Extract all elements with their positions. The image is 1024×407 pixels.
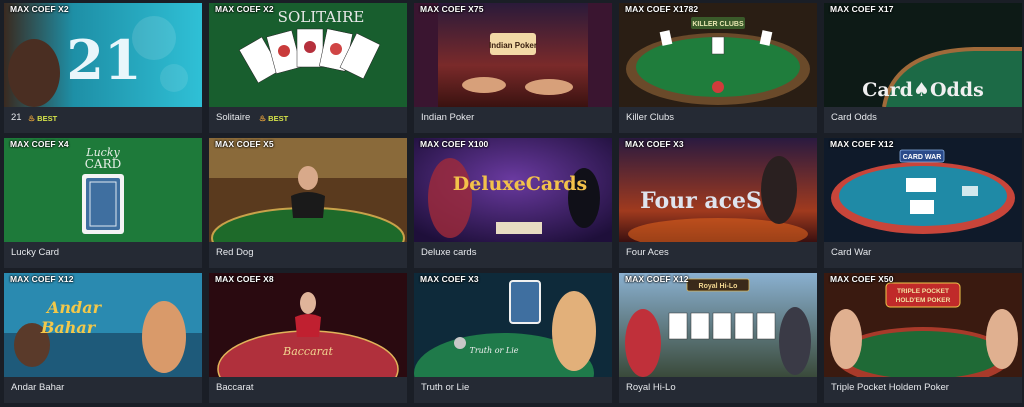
royal-hi-lo-logo: Royal Hi-Lo — [699, 283, 738, 290]
max-coef-label: MAX COEF X1782 — [625, 4, 699, 14]
game-card-royal-hi-lo[interactable]: Royal Hi-Lo MAX COEF X12 Royal Hi-Lo — [619, 273, 817, 403]
game-title: Card Odds — [831, 112, 877, 123]
game-thumbnail[interactable] — [209, 138, 407, 242]
game-title: Deluxe cards — [421, 247, 477, 258]
solitaire-logo: SOLITAIRE — [278, 8, 365, 26]
fire-icon: ♨ — [259, 114, 267, 123]
max-coef-label: MAX COEF X4 — [10, 139, 69, 149]
game-title: 21 — [11, 112, 22, 123]
game-title: Four Aces — [626, 247, 669, 258]
game-title: Indian Poker — [421, 112, 475, 123]
max-coef-label: MAX COEF X3 — [420, 274, 479, 284]
games-grid: 21 MAX COEF X2 21 ♨ BEST SOLITAIRE MAX C… — [4, 3, 1022, 403]
game-title: Andar Bahar — [11, 382, 65, 393]
game-thumbnail[interactable]: DeluxeCards — [414, 138, 612, 242]
game-card-killer-clubs[interactable]: KILLER CLUBS MAX COEF X1782 Killer Clubs — [619, 3, 817, 133]
game-card-triple-pocket-holdem-poker[interactable]: TRIPLE POCKET HOLD'EM POKER MAX COEF X50… — [824, 273, 1022, 403]
deluxe-cards-logo: DeluxeCards — [453, 173, 587, 195]
four-aces-logo: Four aceS — [640, 188, 762, 214]
game-thumbnail[interactable]: Four aceS — [619, 138, 817, 242]
game-thumbnail[interactable]: TRIPLE POCKET HOLD'EM POKER — [824, 273, 1022, 377]
game-card-deluxe-cards[interactable]: DeluxeCards MAX COEF X100 Deluxe cards — [414, 138, 612, 268]
game-thumbnail[interactable]: SOLITAIRE — [209, 3, 407, 107]
max-coef-label: MAX COEF X50 — [830, 274, 894, 284]
svg-text:Bahar: Bahar — [40, 318, 97, 337]
game-thumbnail[interactable]: KILLER CLUBS — [619, 3, 817, 107]
game-card-andar-bahar[interactable]: Andar Bahar MAX COEF X12 Andar Bahar — [4, 273, 202, 403]
game-card-baccarat[interactable]: Baccarat MAX COEF X8 Baccarat — [209, 273, 407, 403]
baccarat-logo: Baccarat — [282, 345, 333, 358]
game-thumbnail[interactable]: Lucky CARD — [4, 138, 202, 242]
game-thumbnail[interactable]: Baccarat — [209, 273, 407, 377]
max-coef-label: MAX COEF X8 — [215, 274, 274, 284]
game-title: Card War — [831, 247, 872, 258]
svg-text:HOLD'EM POKER: HOLD'EM POKER — [896, 297, 951, 304]
game-title: Triple Pocket Holdem Poker — [831, 382, 949, 393]
game-title: Red Dog — [216, 247, 254, 258]
game-card-truth-or-lie[interactable]: Truth or Lie MAX COEF X3 Truth or Lie — [414, 273, 612, 403]
max-coef-label: MAX COEF X17 — [830, 4, 894, 14]
game-title: Killer Clubs — [626, 112, 675, 123]
game-card-indian-poker[interactable]: Indian Poker MAX COEF X75 Indian Poker — [414, 3, 612, 133]
svg-text:CARD: CARD — [85, 157, 122, 171]
indian-poker-logo: Indian Poker — [489, 41, 537, 50]
game-card-lucky-card[interactable]: Lucky CARD MAX COEF X4 Lucky Card — [4, 138, 202, 268]
game-thumbnail[interactable]: Indian Poker — [414, 3, 612, 107]
truth-or-lie-logo: Truth or Lie — [469, 346, 518, 355]
best-badge: ♨ BEST — [259, 114, 289, 123]
game-thumbnail[interactable]: Truth or Lie — [414, 273, 612, 377]
game-title: Solitaire — [216, 112, 251, 123]
logo-21: 21 — [66, 28, 141, 92]
game-title: Baccarat — [216, 382, 254, 393]
card-odds-logo: Card♠Odds — [862, 79, 984, 101]
game-thumbnail[interactable]: Royal Hi-Lo — [619, 273, 817, 377]
game-card-21[interactable]: 21 MAX COEF X2 21 ♨ BEST — [4, 3, 202, 133]
max-coef-label: MAX COEF X75 — [420, 4, 484, 14]
game-title: Royal Hi-Lo — [626, 382, 676, 393]
game-card-card-war[interactable]: CARD WAR MAX COEF X12 Card War — [824, 138, 1022, 268]
best-badge: ♨ BEST — [28, 114, 58, 123]
max-coef-label: MAX COEF X12 — [830, 139, 894, 149]
max-coef-label: MAX COEF X2 — [10, 4, 69, 14]
game-card-solitaire[interactable]: SOLITAIRE MAX COEF X2 Solitaire ♨ BEST — [209, 3, 407, 133]
max-coef-label: MAX COEF X12 — [625, 274, 689, 284]
game-card-four-aces[interactable]: Four aceS MAX COEF X3 Four Aces — [619, 138, 817, 268]
game-thumbnail[interactable]: Card♠Odds — [824, 3, 1022, 107]
max-coef-label: MAX COEF X3 — [625, 139, 684, 149]
andar-bahar-logo: Andar — [45, 298, 103, 317]
max-coef-label: MAX COEF X5 — [215, 139, 274, 149]
game-card-card-odds[interactable]: Card♠Odds MAX COEF X17 Card Odds — [824, 3, 1022, 133]
max-coef-label: MAX COEF X100 — [420, 139, 489, 149]
game-thumbnail[interactable]: 21 — [4, 3, 202, 107]
game-thumbnail[interactable]: CARD WAR — [824, 138, 1022, 242]
game-title: Truth or Lie — [421, 382, 470, 393]
max-coef-label: MAX COEF X2 — [215, 4, 274, 14]
killer-clubs-logo: KILLER CLUBS — [692, 21, 744, 28]
game-thumbnail[interactable]: Andar Bahar — [4, 273, 202, 377]
fire-icon: ♨ — [28, 114, 36, 123]
game-card-red-dog[interactable]: MAX COEF X5 Red Dog — [209, 138, 407, 268]
card-war-logo: CARD WAR — [903, 154, 942, 161]
triple-pocket-logo: TRIPLE POCKET — [897, 288, 949, 295]
game-title: Lucky Card — [11, 247, 60, 258]
max-coef-label: MAX COEF X12 — [10, 274, 74, 284]
